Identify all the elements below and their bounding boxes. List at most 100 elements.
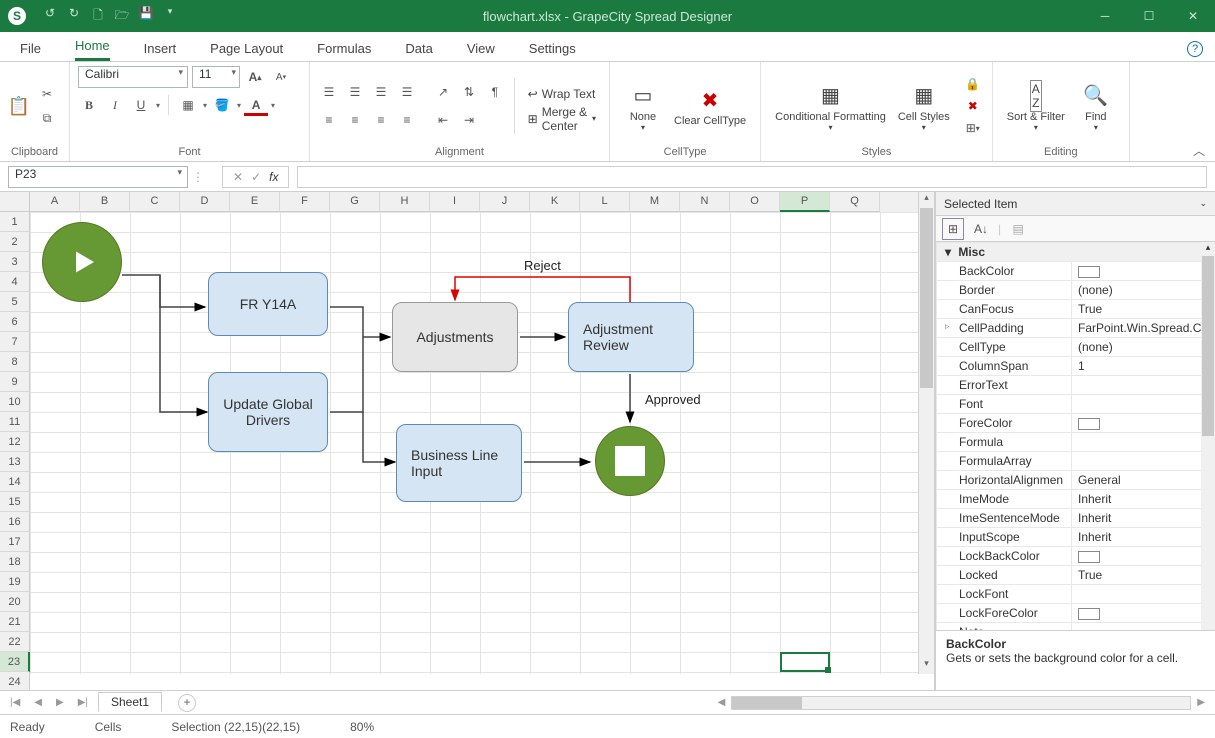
qat-dropdown-icon[interactable]: ▾: [162, 6, 178, 27]
tab-page-layout[interactable]: Page Layout: [210, 41, 283, 61]
orientation-icon[interactable]: ↗: [432, 81, 454, 103]
close-button[interactable]: ✕: [1171, 0, 1215, 32]
decrease-indent-icon[interactable]: ⇤: [432, 109, 454, 131]
align-dist-icon[interactable]: ☰: [396, 81, 418, 103]
save-icon[interactable]: 💾: [138, 6, 154, 27]
redo-icon[interactable]: ↻: [66, 6, 82, 27]
window-title: flowchart.xlsx - GrapeCity Spread Design…: [483, 9, 732, 24]
formula-input[interactable]: [297, 166, 1207, 188]
alphabetical-icon[interactable]: A↓: [970, 218, 992, 240]
quick-access-toolbar: ↺ ↻ 🗋 🗁 💾 ▾: [42, 6, 178, 27]
align-left-icon[interactable]: ≡: [318, 109, 340, 131]
titlebar: S ↺ ↻ 🗋 🗁 💾 ▾ flowchart.xlsx - GrapeCity…: [0, 0, 1215, 32]
copy-icon[interactable]: ⧉: [36, 108, 58, 130]
add-sheet-button[interactable]: +: [178, 694, 196, 712]
row-headers[interactable]: 123456789101112131415161718192021222324: [0, 212, 30, 674]
conditional-formatting-button[interactable]: ▦Conditional Formatting▾: [769, 79, 892, 134]
italic-button[interactable]: I: [104, 94, 126, 116]
cut-icon[interactable]: ✂: [36, 83, 58, 105]
celltype-clear-button[interactable]: ✖Clear CellType: [668, 83, 752, 129]
sheet-nav-first[interactable]: |◀: [6, 697, 24, 708]
properties-table[interactable]: ▾ MiscBackColor Border(none)CanFocusTrue…: [936, 242, 1215, 630]
font-color-button[interactable]: A: [245, 94, 267, 116]
align-center-icon[interactable]: ≡: [344, 109, 366, 131]
new-icon[interactable]: 🗋: [90, 6, 106, 27]
status-context: Cells: [95, 720, 122, 734]
underline-button[interactable]: U: [130, 94, 152, 116]
merge-center-button[interactable]: ⊞Merge & Center▾: [523, 108, 601, 130]
tab-formulas[interactable]: Formulas: [317, 41, 371, 61]
text-vertical-icon[interactable]: ⇅: [458, 81, 480, 103]
help-icon[interactable]: ?: [1187, 41, 1203, 57]
flowchart-box-update: Update Global Drivers: [208, 372, 328, 452]
tab-insert[interactable]: Insert: [144, 41, 177, 61]
align-justify-icon[interactable]: ≡: [396, 109, 418, 131]
horizontal-scrollbar[interactable]: [731, 696, 1191, 710]
column-headers[interactable]: ABCDEFGHIJKLMNOPQ: [30, 192, 918, 212]
find-button[interactable]: 🔍Find▾: [1071, 79, 1121, 134]
properties-dropdown-icon[interactable]: ⌄: [1199, 198, 1207, 209]
cell-range-icon[interactable]: ⊞▾: [962, 117, 984, 139]
flowchart-box-adjustments: Adjustments: [392, 302, 518, 372]
hscroll-left[interactable]: ◀: [714, 697, 730, 708]
celltype-none-button[interactable]: ▭None▾: [618, 79, 668, 134]
cancel-formula-icon[interactable]: ✕: [233, 170, 243, 184]
sheet-tabs-bar: |◀ ◀ ▶ ▶| Sheet1 + ◀ ▶: [0, 690, 1215, 714]
vertical-scrollbar[interactable]: ▴ ▾: [918, 192, 934, 674]
undo-icon[interactable]: ↺: [42, 6, 58, 27]
active-cell: [780, 652, 830, 672]
flowchart-start-node: [42, 222, 122, 302]
app-logo: S: [8, 7, 26, 25]
lock-icon[interactable]: 🔒: [962, 73, 984, 95]
properties-scrollbar[interactable]: ▴: [1201, 242, 1215, 630]
properties-pane: Selected Item⌄ ⊞ A↓ | ▤ ▾ MiscBackColor …: [935, 192, 1215, 690]
name-box[interactable]: P23: [8, 166, 188, 188]
bold-button[interactable]: B: [78, 94, 100, 116]
property-help-text: Gets or sets the background color for a …: [946, 651, 1205, 665]
tab-data[interactable]: Data: [405, 41, 432, 61]
paste-icon[interactable]: 📋: [8, 83, 30, 129]
accept-formula-icon[interactable]: ✓: [251, 170, 261, 184]
font-size-combo[interactable]: 11: [192, 66, 240, 88]
property-pages-icon[interactable]: ▤: [1007, 218, 1029, 240]
fill-color-button[interactable]: 🪣: [211, 94, 233, 116]
minimize-button[interactable]: ─: [1083, 0, 1127, 32]
flowchart-label-reject: Reject: [524, 258, 561, 273]
maximize-button[interactable]: ☐: [1127, 0, 1171, 32]
text-direction-icon[interactable]: ¶: [484, 81, 506, 103]
sheet-nav-last[interactable]: ▶|: [74, 697, 92, 708]
tab-settings[interactable]: Settings: [529, 41, 576, 61]
tab-file[interactable]: File: [20, 41, 41, 61]
delete-x-icon[interactable]: ✖: [962, 95, 984, 117]
cell-styles-button[interactable]: ▦Cell Styles▾: [892, 79, 956, 134]
align-bottom-icon[interactable]: ☰: [370, 81, 392, 103]
flowchart-box-review: Adjustment Review: [568, 302, 694, 372]
open-icon[interactable]: 🗁: [114, 6, 130, 27]
align-top-icon[interactable]: ☰: [318, 81, 340, 103]
sheet-nav-next[interactable]: ▶: [52, 697, 68, 708]
cells-area[interactable]: FR Y14A Update Global Drivers Adjustment…: [30, 212, 918, 674]
fx-icon[interactable]: fx: [269, 170, 278, 184]
sort-filter-button[interactable]: AZSort & Filter▾: [1001, 79, 1071, 134]
font-name-combo[interactable]: Calibri: [78, 66, 188, 88]
categorize-icon[interactable]: ⊞: [942, 218, 964, 240]
status-selection: Selection (22,15)(22,15): [171, 720, 300, 734]
select-all-corner[interactable]: [0, 192, 30, 212]
decrease-font-icon[interactable]: A▾: [270, 66, 292, 88]
tab-view[interactable]: View: [467, 41, 495, 61]
tab-home[interactable]: Home: [75, 38, 110, 61]
properties-title: Selected Item: [944, 197, 1017, 211]
hscroll-right[interactable]: ▶: [1193, 697, 1209, 708]
sheet-nav-prev[interactable]: ◀: [30, 697, 46, 708]
group-font-label: Font: [78, 146, 301, 161]
increase-font-icon[interactable]: A▴: [244, 66, 266, 88]
increase-indent-icon[interactable]: ⇥: [458, 109, 480, 131]
spreadsheet-grid[interactable]: ABCDEFGHIJKLMNOPQ 1234567891011121314151…: [0, 192, 935, 690]
wrap-text-button[interactable]: ↩Wrap Text: [523, 83, 601, 105]
align-middle-icon[interactable]: ☰: [344, 81, 366, 103]
collapse-ribbon-icon[interactable]: ︿: [1183, 142, 1215, 161]
align-right-icon[interactable]: ≡: [370, 109, 392, 131]
border-button[interactable]: ▦: [177, 94, 199, 116]
group-alignment-label: Alignment: [318, 146, 601, 161]
sheet-tab-sheet1[interactable]: Sheet1: [98, 692, 162, 712]
